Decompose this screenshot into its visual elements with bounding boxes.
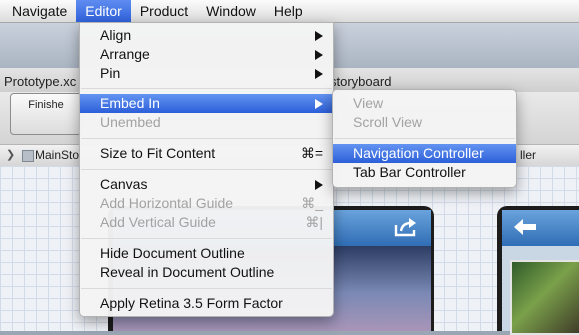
back-arrow-icon[interactable] [512,216,538,238]
menu-item-label: Canvas [100,176,148,192]
menu-separator [81,88,332,89]
menu-item-label: Unembed [100,114,161,130]
menu-item-label: Apply Retina 3.5 Form Factor [100,295,283,311]
jump-bar-chevron-icon[interactable]: ❯ [6,148,15,161]
menu-item-label: Embed In [100,95,160,111]
thumbnail-image[interactable] [510,260,579,335]
activity-status-button[interactable]: Finishe [10,93,82,135]
menu-item-arrange[interactable]: Arrange [80,45,333,64]
menu-item-label: Navigation Controller [353,145,484,161]
storyboard-file-icon [22,150,34,162]
menu-item-label: Size to Fit Content [100,145,216,161]
chevron-right-icon [315,69,323,79]
activity-status-label: Finishe [28,99,64,111]
chevron-right-icon [315,50,323,60]
chevron-right-icon [315,180,323,190]
menu-item-reveal-document-outline[interactable]: Reveal in Document Outline [80,263,333,282]
share-icon[interactable] [393,216,419,238]
menu-item-align[interactable]: Align [80,26,333,45]
window-title-left: Prototype.xc [4,74,77,89]
menu-bar: Navigate Editor Product Window Help [0,0,579,23]
menu-separator [81,169,332,170]
menu-item-label: View [353,95,384,111]
menu-item-unembed[interactable]: Unembed [80,113,333,132]
jump-bar-file[interactable]: MainSto [35,148,79,162]
submenu-item-scroll-view[interactable]: Scroll View [333,113,516,132]
menu-item-label: Align [100,27,132,43]
embed-in-submenu: View Scroll View Navigation Controller T… [332,89,517,188]
menu-item-label: Hide Document Outline [100,245,245,261]
menu-item-add-vertical-guide[interactable]: Add Vertical Guide ⌘| [80,213,333,232]
menu-separator [81,288,332,289]
menu-help[interactable]: Help [265,0,312,22]
menu-item-label: Reveal in Document Outline [100,264,275,280]
chevron-right-icon [315,99,323,109]
menu-separator [81,238,332,239]
menu-separator [334,138,515,139]
submenu-item-view[interactable]: View [333,94,516,113]
submenu-item-navigation-controller[interactable]: Navigation Controller [333,144,516,163]
menu-item-apply-retina[interactable]: Apply Retina 3.5 Form Factor [80,294,333,313]
menu-product[interactable]: Product [131,0,197,22]
chevron-right-icon [315,31,323,41]
menu-item-canvas[interactable]: Canvas [80,175,333,194]
menu-separator [81,138,332,139]
menu-item-label: Arrange [100,46,150,62]
jump-bar-controller[interactable]: ller [520,148,536,162]
menu-editor[interactable]: Editor [76,0,131,22]
menu-item-pin[interactable]: Pin [80,64,333,83]
menu-item-add-horizontal-guide[interactable]: Add Horizontal Guide ⌘_ [80,194,333,213]
shortcut-label: ⌘| [305,214,323,230]
menu-item-label: Pin [100,65,121,81]
submenu-item-tab-bar-controller[interactable]: Tab Bar Controller [333,163,516,182]
menu-window[interactable]: Window [197,0,265,22]
menu-item-label: Tab Bar Controller [353,164,466,180]
menu-item-label: Add Vertical Guide [100,214,216,230]
menu-item-size-to-fit[interactable]: Size to Fit Content ⌘= [80,144,333,163]
shortcut-label: ⌘_ [301,195,323,211]
shortcut-label: ⌘= [300,145,323,161]
menu-item-label: Scroll View [353,114,422,130]
menu-navigate[interactable]: Navigate [0,0,76,22]
window-title-right: storyboard [330,74,392,89]
menu-item-label: Add Horizontal Guide [100,195,234,211]
menu-item-hide-document-outline[interactable]: Hide Document Outline [80,244,333,263]
editor-menu: Align Arrange Pin Embed In Unembed Size … [79,22,334,317]
menu-item-embed-in[interactable]: Embed In [80,94,333,113]
